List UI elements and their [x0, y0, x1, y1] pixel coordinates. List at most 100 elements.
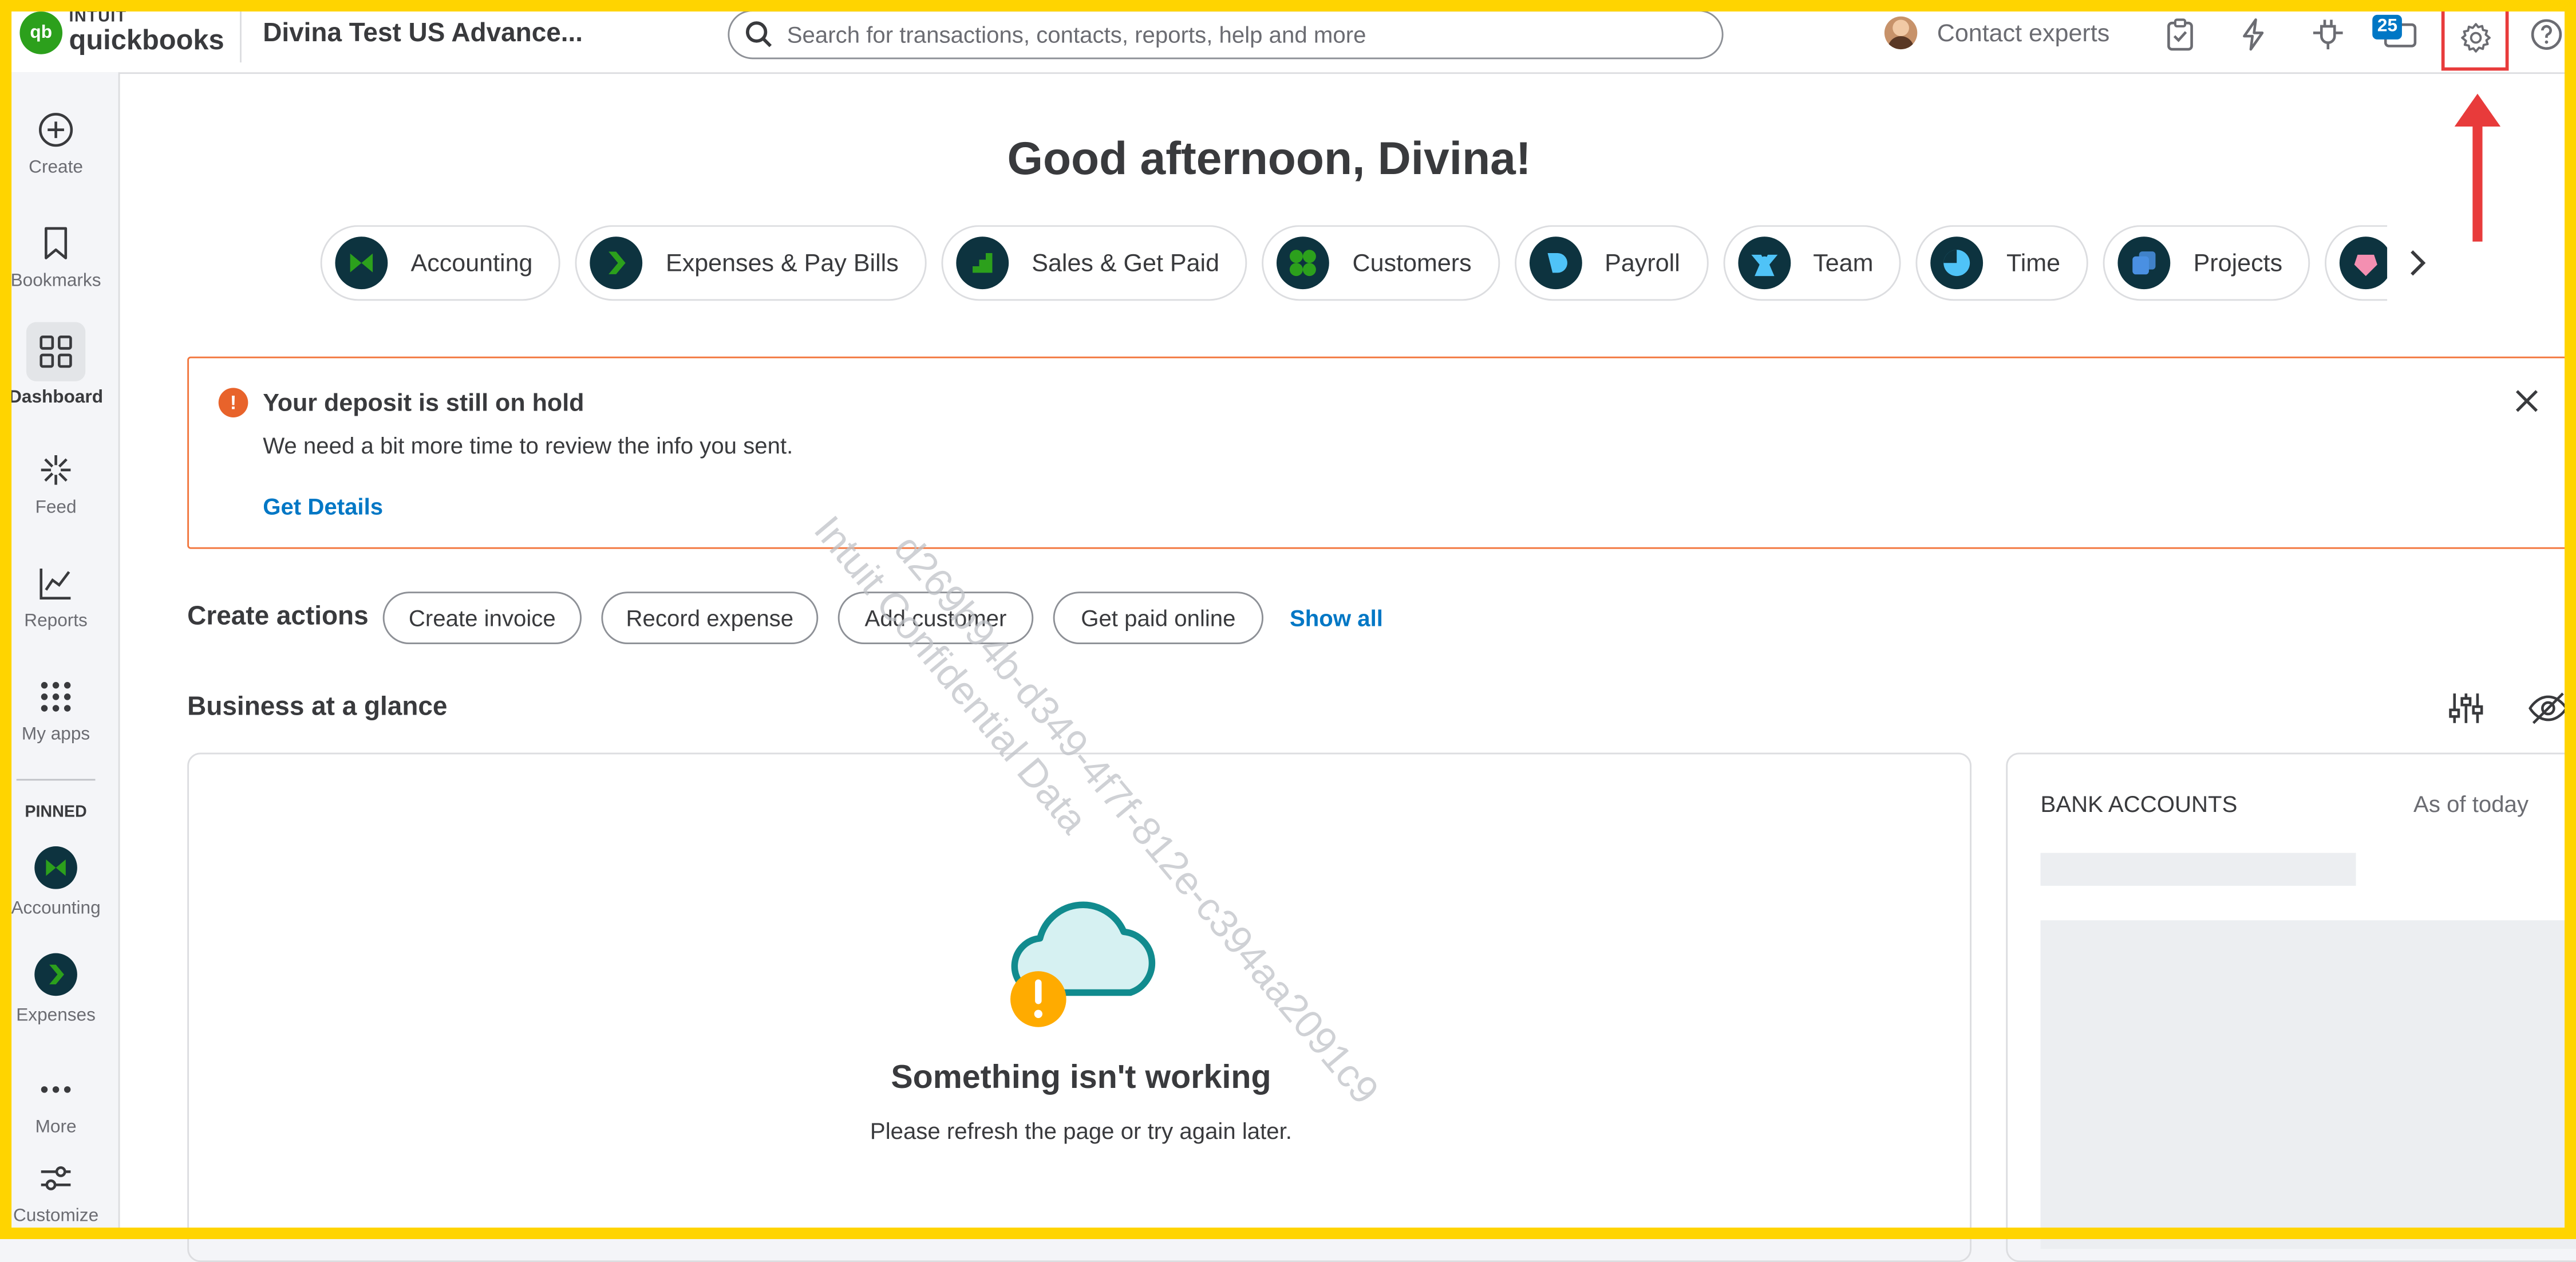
- pinned-accounting-label: Accounting: [11, 898, 101, 919]
- sales-tax-icon: [2340, 236, 2388, 290]
- bank-accounts-card: BANK ACCOUNTS As of today: [2006, 752, 2576, 1262]
- nav-bookmarks[interactable]: Bookmarks: [0, 222, 112, 291]
- pill-payroll[interactable]: Payroll: [1514, 225, 1708, 301]
- cloud-warning-icon: [1001, 894, 1165, 1043]
- hide-eye-icon[interactable]: [2528, 690, 2568, 734]
- customize-widgets-icon[interactable]: [2448, 690, 2484, 734]
- pill-label: Payroll: [1605, 249, 1680, 277]
- nav-feed-label: Feed: [35, 498, 77, 518]
- pill-customers[interactable]: Customers: [1262, 225, 1500, 301]
- show-all-link[interactable]: Show all: [1290, 605, 1383, 631]
- expenses-icon: [590, 236, 643, 290]
- checklist-icon[interactable]: [2162, 17, 2198, 53]
- sales-icon: [956, 236, 1009, 290]
- deposit-alert: ! Your deposit is still on hold We need …: [187, 356, 2576, 549]
- get-details-link[interactable]: Get Details: [263, 493, 383, 519]
- nav-my-apps-label: My apps: [21, 724, 90, 745]
- nav-bookmarks-label: Bookmarks: [10, 271, 101, 291]
- feed-icon: [0, 449, 112, 492]
- projects-icon: [2117, 236, 2171, 290]
- bookmark-icon: [0, 222, 112, 265]
- nav-reports-label: Reports: [24, 611, 88, 632]
- main-content: Good afternoon, Divina! Accounting Expen…: [120, 74, 2576, 1262]
- nav-customize-label: Customize: [13, 1206, 99, 1226]
- notification-badge[interactable]: 25: [2372, 14, 2403, 40]
- pill-projects[interactable]: Projects: [2103, 225, 2310, 301]
- pinned-header: PINNED: [25, 803, 87, 822]
- expenses-icon: [34, 953, 77, 996]
- loading-placeholder: [2040, 853, 2356, 886]
- pill-label: Expenses & Pay Bills: [665, 249, 899, 277]
- add-customer-button[interactable]: Add customer: [837, 591, 1034, 645]
- help-icon[interactable]: [2528, 17, 2565, 53]
- customers-icon: [1277, 236, 1330, 290]
- nav-dashboard[interactable]: Dashboard: [0, 322, 112, 408]
- pill-label: Customers: [1352, 249, 1472, 277]
- settings-button[interactable]: [2441, 3, 2509, 71]
- pill-label: Projects: [2193, 249, 2283, 277]
- company-name[interactable]: Divina Test US Advance...: [263, 19, 583, 49]
- nav-divider: [16, 779, 96, 781]
- reports-icon: [0, 562, 112, 605]
- time-icon: [1931, 236, 1984, 290]
- pill-label: Sales & Get Paid: [1032, 249, 1220, 277]
- team-icon: [1737, 236, 1791, 290]
- nav-dashboard-label: Dashboard: [9, 388, 104, 408]
- business-at-glance-title: Business at a glance: [187, 693, 448, 721]
- chevron-right-icon[interactable]: [2407, 248, 2427, 286]
- nav-more[interactable]: More: [0, 1068, 112, 1137]
- pill-time[interactable]: Time: [1916, 225, 2088, 301]
- alert-body: We need a bit more time to review the in…: [263, 432, 793, 459]
- alert-title: Your deposit is still on hold: [263, 389, 584, 417]
- accounting-icon: [34, 846, 77, 889]
- bank-accounts-title: BANK ACCOUNTS: [2040, 790, 2238, 817]
- quickbooks-logo[interactable]: qb INTUIT quickbooks: [19, 9, 224, 56]
- get-paid-online-button[interactable]: Get paid online: [1053, 591, 1264, 645]
- pill-accounting[interactable]: Accounting: [320, 225, 561, 301]
- contact-experts-button[interactable]: Contact experts: [1884, 16, 2109, 50]
- brand-name: quickbooks: [69, 25, 224, 56]
- payroll-icon: [1529, 236, 1582, 290]
- plug-icon[interactable]: [2310, 17, 2346, 53]
- nav-my-apps[interactable]: My apps: [0, 676, 112, 745]
- dashboard-icon: [26, 322, 86, 381]
- expert-avatar: [1884, 16, 1918, 50]
- nav-customize[interactable]: Customize: [0, 1157, 112, 1226]
- pill-expenses[interactable]: Expenses & Pay Bills: [575, 225, 927, 301]
- pill-sales[interactable]: Sales & Get Paid: [941, 225, 1247, 301]
- loading-placeholder: [2040, 920, 2576, 1249]
- pinned-accounting[interactable]: Accounting: [0, 846, 112, 918]
- top-bar: qb INTUIT quickbooks Divina Test US Adva…: [0, 0, 2576, 74]
- pill-label: Time: [2006, 249, 2061, 277]
- divider: [240, 10, 242, 63]
- workspace-pills: Accounting Expenses & Pay Bills Sales & …: [320, 225, 2388, 310]
- bank-as-of: As of today: [2413, 790, 2529, 817]
- pill-label: Accounting: [410, 249, 533, 277]
- sliders-icon: [0, 1157, 112, 1200]
- record-expense-button[interactable]: Record expense: [601, 591, 819, 645]
- lightning-icon[interactable]: [2236, 17, 2272, 53]
- apps-grid-icon: [0, 676, 112, 719]
- search-icon: [745, 21, 772, 48]
- create-actions-label: Create actions: [187, 603, 369, 632]
- nav-more-label: More: [35, 1117, 77, 1138]
- search-input[interactable]: [783, 19, 1678, 50]
- create-invoice-button[interactable]: Create invoice: [382, 591, 582, 645]
- pill-team[interactable]: Team: [1722, 225, 1902, 301]
- pill-label: Team: [1813, 249, 1874, 277]
- close-icon[interactable]: [2515, 389, 2538, 421]
- nav-feed[interactable]: Feed: [0, 449, 112, 518]
- error-title: Something isn't working: [891, 1060, 1271, 1097]
- annotation-arrow: [2451, 90, 2504, 253]
- left-nav: Create Bookmarks Dashboard Feed Reports: [0, 72, 120, 1239]
- glance-widget-card: Something isn't working Please refresh t…: [187, 752, 1971, 1262]
- search-bar[interactable]: [728, 10, 1724, 60]
- greeting-title: Good afternoon, Divina!: [1007, 133, 1531, 184]
- logo-mark: qb: [19, 10, 63, 54]
- pill-sales-tax[interactable]: Sa: [2325, 225, 2388, 301]
- pinned-expenses[interactable]: Expenses: [0, 953, 112, 1026]
- nav-reports[interactable]: Reports: [0, 562, 112, 632]
- alert-icon: !: [218, 388, 248, 417]
- gear-icon: [2460, 22, 2490, 52]
- pinned-expenses-label: Expenses: [16, 1005, 96, 1026]
